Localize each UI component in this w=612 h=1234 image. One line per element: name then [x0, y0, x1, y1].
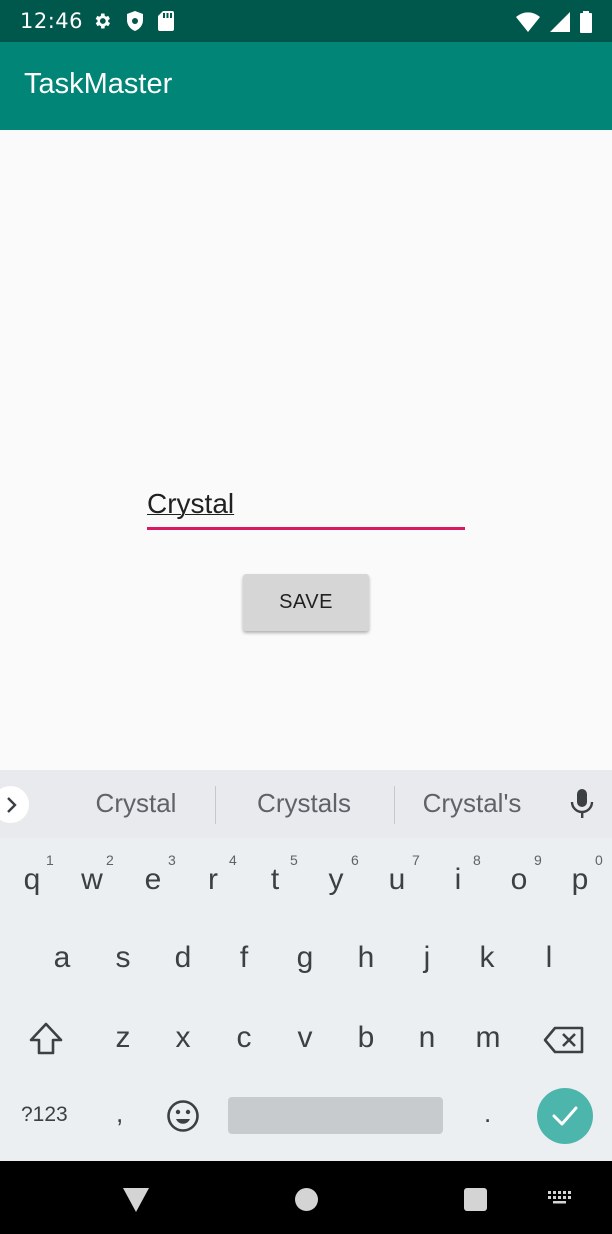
- suggestion-3[interactable]: Crystal's: [406, 788, 538, 819]
- status-right-icons: [516, 11, 592, 33]
- emoji-key[interactable]: [166, 1099, 200, 1137]
- save-button[interactable]: SAVE: [243, 574, 369, 631]
- key-x[interactable]: x: [158, 1018, 208, 1058]
- key-h[interactable]: h: [341, 938, 391, 978]
- key-g[interactable]: g: [280, 938, 330, 978]
- key-hint: 7: [412, 852, 420, 868]
- expand-toolbar-button[interactable]: [0, 786, 29, 823]
- key-z[interactable]: z: [98, 1018, 148, 1058]
- battery-icon: [580, 11, 592, 33]
- space-key[interactable]: [228, 1097, 443, 1134]
- key-hint: 8: [473, 852, 481, 868]
- app-title: TaskMaster: [24, 68, 173, 100]
- key-c[interactable]: c: [219, 1018, 269, 1058]
- key-hint: 4: [229, 852, 237, 868]
- mic-icon[interactable]: [570, 788, 594, 824]
- key-hint: 6: [351, 852, 359, 868]
- done-key[interactable]: [537, 1088, 593, 1144]
- status-bar: 12:46: [0, 0, 612, 42]
- nav-bar: [0, 1161, 612, 1234]
- key-m[interactable]: m: [463, 1018, 513, 1058]
- recents-icon[interactable]: [464, 1188, 487, 1211]
- key-hint: 1: [46, 852, 54, 868]
- back-icon[interactable]: [123, 1188, 149, 1216]
- key-hint: 9: [534, 852, 542, 868]
- comma-key[interactable]: ,: [116, 1098, 123, 1129]
- key-hint: 3: [168, 852, 176, 868]
- key-f[interactable]: f: [219, 938, 269, 978]
- keyboard-switch-icon[interactable]: [548, 1191, 574, 1213]
- shift-key[interactable]: [28, 1022, 64, 1060]
- suggestion-2[interactable]: Crystals: [232, 788, 376, 819]
- key-v[interactable]: v: [280, 1018, 330, 1058]
- emoji-icon: [167, 1100, 199, 1132]
- suggestion-1[interactable]: Crystal: [72, 788, 200, 819]
- suggestion-divider: [394, 786, 395, 824]
- gear-icon: [92, 11, 112, 31]
- name-input[interactable]: [147, 484, 465, 524]
- app-bar: TaskMaster: [0, 42, 612, 130]
- suggestion-strip: Crystal Crystals Crystal's: [0, 770, 612, 838]
- key-a[interactable]: a: [37, 938, 87, 978]
- shift-icon: [29, 1022, 63, 1055]
- period-key[interactable]: .: [484, 1098, 491, 1129]
- symbols-key[interactable]: ?123: [21, 1103, 68, 1127]
- name-field[interactable]: [147, 484, 465, 530]
- key-b[interactable]: b: [341, 1018, 391, 1058]
- key-l[interactable]: l: [524, 938, 574, 978]
- key-hint: 2: [106, 852, 114, 868]
- wifi-icon: [516, 12, 540, 32]
- check-icon: [552, 1106, 578, 1126]
- key-hint: 5: [290, 852, 298, 868]
- main-content: SAVE: [0, 130, 612, 770]
- key-j[interactable]: j: [402, 938, 452, 978]
- chevron-right-icon: [6, 796, 17, 813]
- sd-card-icon: [158, 11, 174, 31]
- status-time: 12:46: [20, 9, 84, 33]
- suggestion-divider: [215, 786, 216, 824]
- home-icon[interactable]: [295, 1188, 318, 1211]
- soft-keyboard: Crystal Crystals Crystal's q w e r t y u…: [0, 770, 612, 1161]
- shield-icon: [126, 11, 144, 31]
- key-n[interactable]: n: [402, 1018, 452, 1058]
- key-k[interactable]: k: [462, 938, 512, 978]
- key-hint: 0: [595, 852, 603, 868]
- status-left-icons: [92, 11, 174, 31]
- cell-signal-icon: [550, 12, 570, 32]
- backspace-icon: [543, 1026, 584, 1054]
- backspace-key[interactable]: [543, 1026, 585, 1058]
- key-d[interactable]: d: [158, 938, 208, 978]
- key-s[interactable]: s: [98, 938, 148, 978]
